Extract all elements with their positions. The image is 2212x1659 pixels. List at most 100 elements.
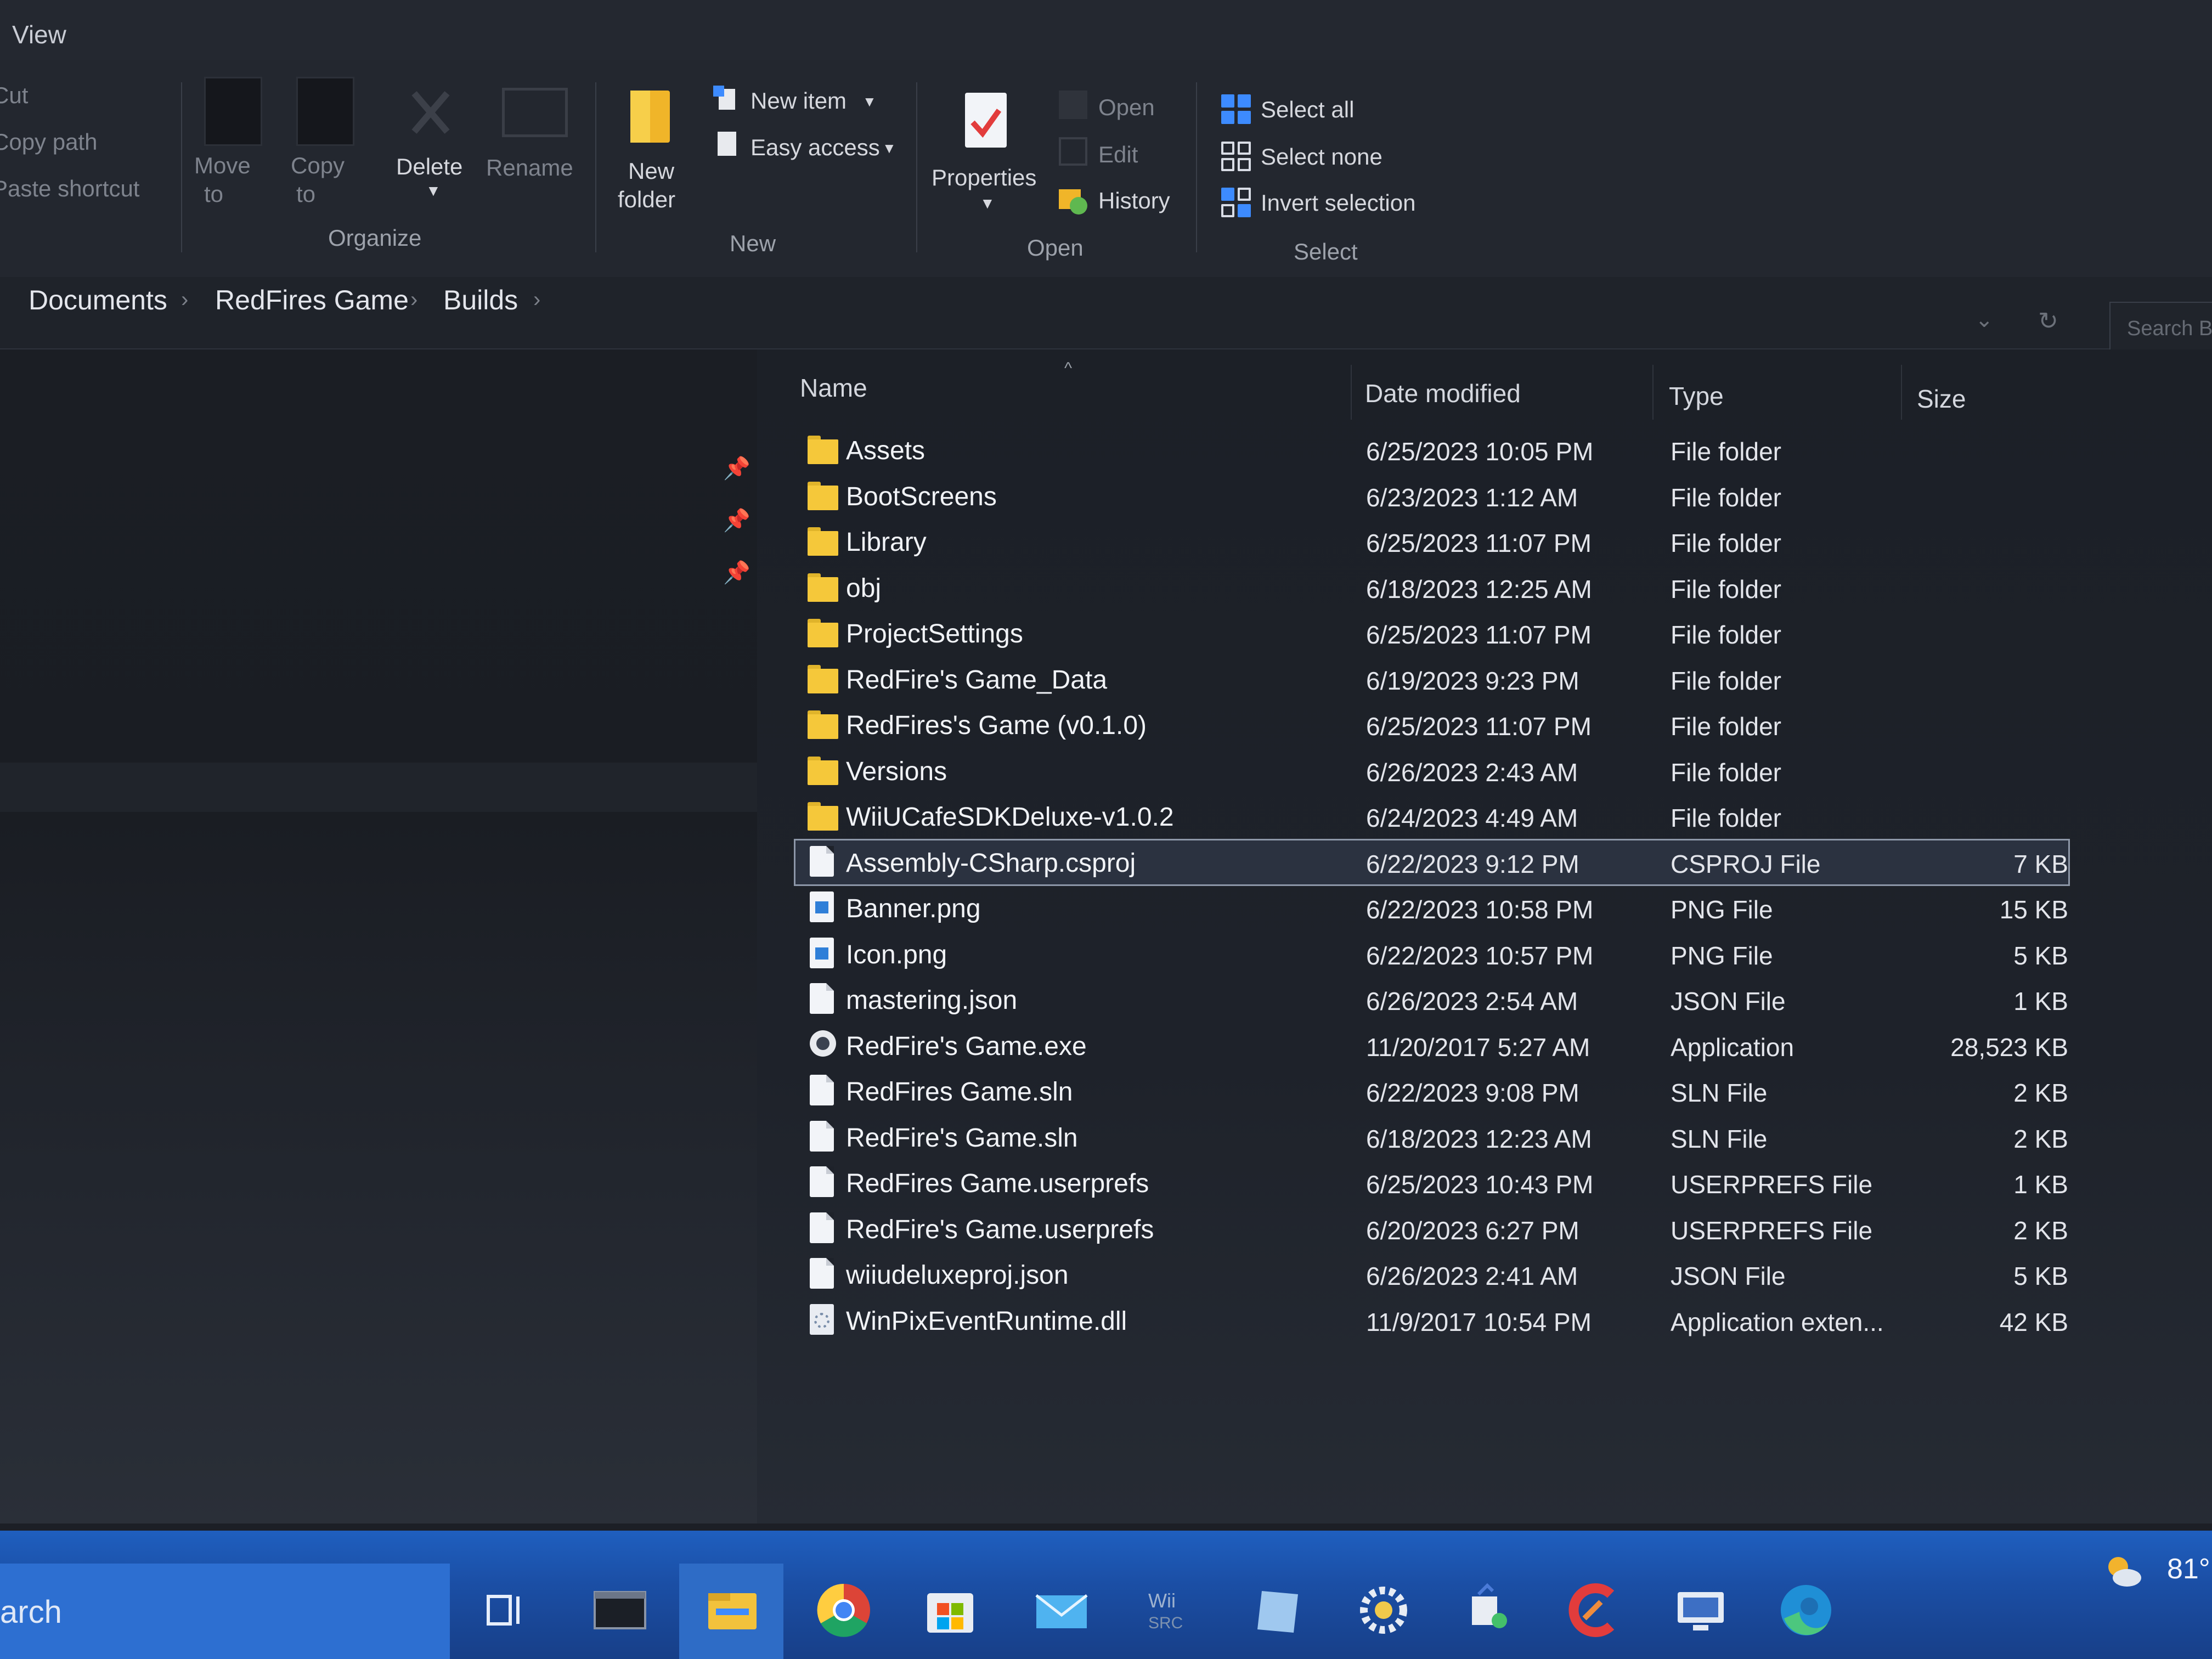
chevron-down-icon: ▼ xyxy=(426,182,441,199)
search-input[interactable]: Search B xyxy=(2109,302,2212,356)
breadcrumb-builds[interactable]: Builds xyxy=(443,284,518,316)
copy-path-button[interactable]: Copy path xyxy=(0,129,97,155)
rename-label: Rename xyxy=(486,155,573,180)
select-all-icon xyxy=(1221,94,1251,124)
folder-icon xyxy=(808,802,838,831)
file-row[interactable]: RedFire's Game.sln 6/18/2023 12:23 AM SLN … xyxy=(795,1115,2068,1159)
chevron-down-icon[interactable]: ⌄ xyxy=(1975,307,1994,332)
file-row[interactable]: WinPixEventRuntime.dll 11/9/2017 10:54 PM… xyxy=(795,1299,2068,1342)
file-row[interactable]: RedFires Game.sln 6/22/2023 9:08 PM SLN Fi… xyxy=(795,1069,2068,1113)
file-size: 7 KB xyxy=(2013,850,2068,878)
ribbon-separator xyxy=(595,82,596,252)
sort-ascending-icon: ^ xyxy=(1064,359,1073,377)
ccleaner-icon[interactable] xyxy=(1562,1580,1628,1640)
file-row[interactable]: RedFire's Game.userprefs 6/20/2023 6:27 P… xyxy=(795,1207,2068,1251)
task-view-icon[interactable] xyxy=(472,1580,538,1640)
invert-selection-label: Invert selection xyxy=(1261,190,1416,216)
pin-icon[interactable]: 📌 xyxy=(723,507,751,533)
file-name: WiiUCafeSDKDeluxe-v1.0.2 xyxy=(846,803,1174,832)
breadcrumb-documents[interactable]: Documents xyxy=(29,284,167,316)
folder-row[interactable]: RedFires's Game (v0.1.0) 6/25/2023 11:07 … xyxy=(795,703,2068,747)
navigation-pane-item[interactable] xyxy=(0,763,757,812)
file-size: 2 KB xyxy=(2013,1125,2068,1153)
file-size: 28,523 KB xyxy=(1950,1033,2068,1062)
chevron-down-icon: ▼ xyxy=(882,140,896,156)
file-icon xyxy=(810,983,834,1014)
file-name: BootScreens xyxy=(846,482,997,511)
move-to-label-1: Move xyxy=(194,153,251,178)
image-file-icon xyxy=(810,938,834,968)
pin-icon[interactable]: 📌 xyxy=(723,560,751,585)
file-date-modified: 6/25/2023 11:07 PM xyxy=(1366,620,1592,649)
file-row[interactable]: RedFire's Game.exe 11/20/2017 5:27 AM Appl… xyxy=(795,1024,2068,1068)
column-divider[interactable] xyxy=(1652,365,1654,420)
file-name: RedFires's Game (v0.1.0) xyxy=(846,711,1147,740)
tab-view[interactable]: View xyxy=(12,20,66,49)
file-name: wiiudeluxeproj.json xyxy=(846,1261,1069,1290)
chrome-icon[interactable] xyxy=(811,1580,877,1640)
folder-row[interactable]: RedFire's Game_Data 6/19/2023 9:23 PM File… xyxy=(795,657,2068,701)
file-type: PNG File xyxy=(1671,895,1773,924)
file-type: File folder xyxy=(1671,575,1781,603)
file-type: USERPREFS File xyxy=(1671,1216,1873,1245)
file-name: ProjectSettings xyxy=(846,619,1023,648)
file-date-modified: 6/20/2023 6:27 PM xyxy=(1366,1216,1579,1245)
file-row[interactable]: Assembly-CSharp.csproj 6/22/2023 9:12 PM C… xyxy=(794,839,2070,886)
search-placeholder: Search B xyxy=(2127,317,2212,340)
chevron-down-icon: ▼ xyxy=(862,93,877,110)
taskbar-search-box[interactable]: arch xyxy=(0,1564,450,1659)
folder-row[interactable]: ProjectSettings 6/25/2023 11:07 PM File fo… xyxy=(795,611,2068,655)
folder-row[interactable]: Library 6/25/2023 11:07 PM File folder xyxy=(795,520,2068,563)
column-header-date[interactable]: Date modified xyxy=(1365,379,1521,408)
paste-shortcut-button[interactable]: Paste shortcut xyxy=(0,176,139,202)
new-folder-label-1: New xyxy=(628,158,675,184)
file-explorer-icon[interactable] xyxy=(699,1580,765,1640)
mail-icon[interactable] xyxy=(1029,1580,1094,1640)
terminal-icon[interactable] xyxy=(587,1580,653,1640)
file-row[interactable]: Banner.png 6/22/2023 10:58 PM PNG File 15 K… xyxy=(795,886,2068,930)
copy-to-label-1: Copy xyxy=(291,153,345,178)
remote-desktop-icon[interactable] xyxy=(1668,1580,1734,1640)
file-name: obj xyxy=(846,574,882,603)
file-type: SLN File xyxy=(1671,1079,1768,1107)
file-row[interactable]: Icon.png 6/22/2023 10:57 PM PNG File 5 KB xyxy=(795,932,2068,976)
folder-icon xyxy=(808,619,838,647)
rename-icon xyxy=(502,88,568,137)
file-row[interactable]: RedFires Game.userprefs 6/25/2023 10:43 P… xyxy=(795,1161,2068,1205)
folder-row[interactable]: BootScreens 6/23/2023 1:12 AM File folder xyxy=(795,474,2068,518)
edit-icon xyxy=(1059,137,1087,166)
folder-icon xyxy=(808,573,838,602)
weather-icon[interactable] xyxy=(2104,1553,2142,1591)
refresh-icon[interactable]: ↻ xyxy=(2038,307,2058,335)
file-date-modified: 6/26/2023 2:54 AM xyxy=(1366,987,1578,1015)
cut-button[interactable]: Cut xyxy=(0,82,28,109)
wii-icon[interactable]: Wii SRC xyxy=(1138,1580,1204,1640)
folder-row[interactable]: Assets 6/25/2023 10:05 PM File folder xyxy=(795,428,2068,472)
chevron-right-icon: › xyxy=(533,287,541,312)
column-header-type[interactable]: Type xyxy=(1669,381,1724,411)
file-name: RedFire's Game.sln xyxy=(846,1124,1078,1153)
settings-icon[interactable] xyxy=(1351,1580,1417,1640)
folder-icon xyxy=(808,527,838,556)
history-label: History xyxy=(1098,188,1170,213)
edge-icon[interactable] xyxy=(1773,1580,1839,1640)
column-divider[interactable] xyxy=(1351,365,1352,420)
weather-temperature: 81° xyxy=(2167,1553,2210,1585)
column-divider[interactable] xyxy=(1901,365,1902,420)
ribbon-separator xyxy=(916,82,917,252)
pin-icon[interactable]: 📌 xyxy=(723,455,751,481)
folder-row[interactable]: Versions 6/26/2023 2:43 AM File folder xyxy=(795,749,2068,793)
notepad-icon[interactable] xyxy=(1245,1580,1311,1640)
folder-row[interactable]: obj 6/18/2023 12:25 AM File folder xyxy=(795,566,2068,610)
snipping-tool-icon[interactable] xyxy=(1457,1580,1522,1640)
column-header-size[interactable]: Size xyxy=(1917,384,1966,414)
store-icon[interactable] xyxy=(917,1580,983,1640)
folder-icon xyxy=(808,665,838,693)
file-row[interactable]: wiiudeluxeproj.json 6/26/2023 2:41 AM JSON… xyxy=(795,1252,2068,1296)
folder-row[interactable]: WiiUCafeSDKDeluxe-v1.0.2 6/24/2023 4:49 A… xyxy=(795,794,2068,838)
easy-access-label: Easy access xyxy=(751,134,880,160)
file-row[interactable]: mastering.json 6/26/2023 2:54 AM JSON File… xyxy=(795,978,2068,1022)
column-header-name[interactable]: Name xyxy=(800,373,867,403)
breadcrumb-redfires-game[interactable]: RedFires Game xyxy=(215,284,409,316)
file-icon xyxy=(810,1212,834,1243)
